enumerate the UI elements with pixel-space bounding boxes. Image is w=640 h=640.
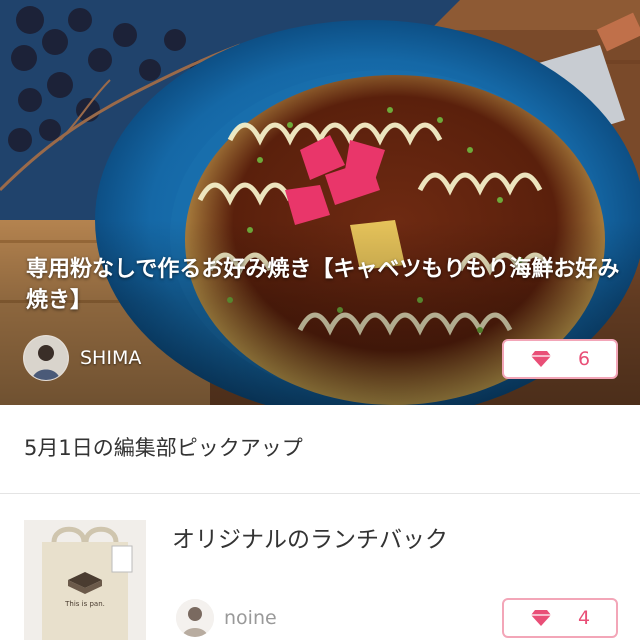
- featured-recipe-card[interactable]: 専用粉なしで作るお好み焼き【キャベツもりもり海鮮お好み焼き】 SHIMA 6: [0, 0, 640, 405]
- recipe-title[interactable]: 専用粉なしで作るお好み焼き【キャベツもりもり海鮮お好み焼き】: [26, 254, 626, 316]
- person-icon: [176, 599, 214, 637]
- item-like-button[interactable]: 4: [502, 598, 618, 638]
- author-name: SHIMA: [80, 347, 142, 369]
- tote-bag-image: This is pan.: [24, 520, 146, 640]
- item-thumbnail[interactable]: This is pan.: [24, 520, 146, 640]
- section-heading: 5月1日の編集部ピックアップ: [24, 436, 303, 460]
- recipe-feed: 専用粉なしで作るお好み焼き【キャベツもりもり海鮮お好み焼き】 SHIMA 6 5…: [0, 0, 640, 640]
- item-like-count: 4: [577, 607, 591, 629]
- person-icon: [24, 336, 68, 380]
- item-author-avatar[interactable]: [176, 599, 214, 637]
- item-author-name: noine: [224, 607, 277, 629]
- diamond-icon: [530, 351, 551, 367]
- diamond-icon: [530, 610, 551, 626]
- item-author[interactable]: noine: [176, 598, 277, 638]
- like-count: 6: [577, 348, 591, 370]
- author-avatar[interactable]: [24, 336, 68, 380]
- like-button[interactable]: 6: [502, 339, 618, 379]
- bag-print-text: This is pan.: [64, 600, 105, 608]
- divider: [0, 493, 640, 494]
- recipe-author[interactable]: SHIMA: [24, 335, 141, 381]
- item-title[interactable]: オリジナルのランチバック: [172, 520, 448, 554]
